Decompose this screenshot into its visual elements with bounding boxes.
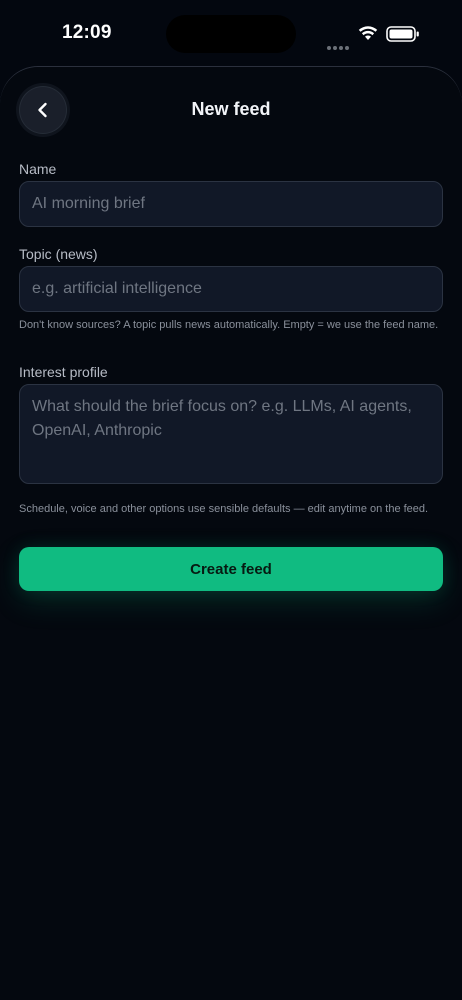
name-input[interactable] bbox=[19, 181, 443, 227]
create-feed-button[interactable]: Create feed bbox=[19, 547, 443, 591]
dynamic-island bbox=[166, 15, 296, 53]
topic-input[interactable] bbox=[19, 266, 443, 312]
topic-label: Topic (news) bbox=[19, 246, 98, 262]
battery-icon bbox=[386, 26, 419, 42]
name-label: Name bbox=[19, 161, 57, 177]
wifi-icon bbox=[358, 26, 378, 40]
page-title: New feed bbox=[191, 99, 271, 119]
cellular-signal-icon bbox=[327, 37, 351, 50]
new-feed-sheet: New feed Name Topic (news) Don't know so… bbox=[0, 66, 462, 1000]
interest-profile-textarea[interactable] bbox=[19, 384, 443, 484]
status-bar: 12:09 bbox=[0, 0, 462, 66]
topic-help-text: Don't know sources? A topic pulls news a… bbox=[19, 319, 439, 331]
defaults-note: Schedule, voice and other options use se… bbox=[19, 503, 429, 515]
status-time: 12:09 bbox=[62, 22, 112, 43]
interest-profile-label: Interest profile bbox=[19, 364, 108, 380]
